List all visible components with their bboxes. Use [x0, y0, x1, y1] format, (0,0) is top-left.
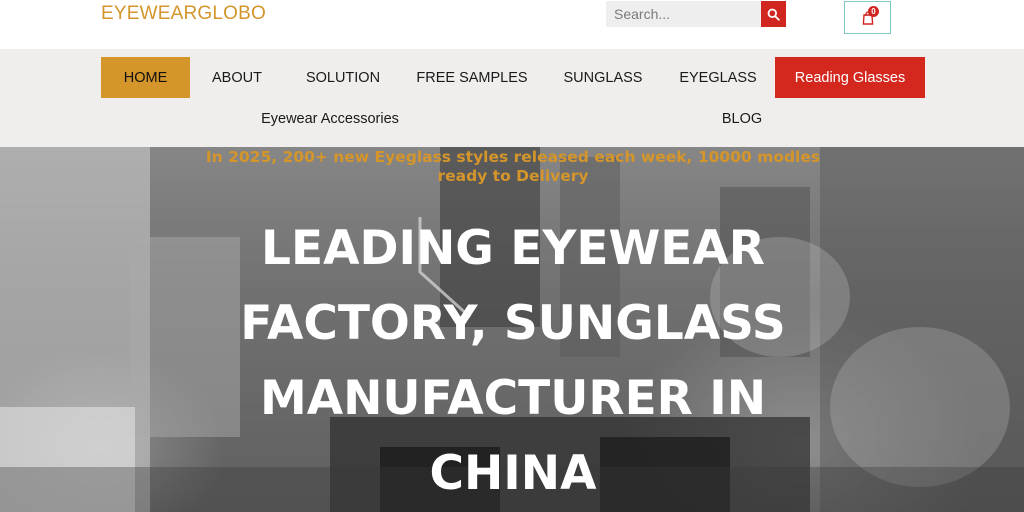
- nav-item-eyeglass[interactable]: EYEGLASS: [670, 57, 766, 98]
- cart-button[interactable]: 0: [844, 1, 891, 34]
- nav-item-solution[interactable]: SOLUTION: [290, 57, 396, 98]
- search-icon: [767, 8, 780, 21]
- hero-headline: LEADING EYEWEAR FACTORY, SUNGLASS MANUFA…: [240, 221, 786, 501]
- search-input[interactable]: [606, 1, 761, 27]
- search-button[interactable]: [761, 1, 786, 27]
- announcement-text: In 2025, 200+ new Eyeglass styles releas…: [205, 148, 821, 185]
- nav-item-blog[interactable]: BLOG: [704, 98, 780, 139]
- nav-item-about[interactable]: ABOUT: [196, 57, 278, 98]
- search-form: [606, 1, 786, 27]
- nav-item-home[interactable]: HOME: [101, 57, 190, 98]
- hero-banner: In 2025, 200+ new Eyeglass styles releas…: [0, 147, 1024, 512]
- nav-item-reading-glasses[interactable]: Reading Glasses: [775, 57, 925, 98]
- top-header: EYEWEARGLOBO 0: [0, 0, 1024, 49]
- nav-item-free-samples[interactable]: FREE SAMPLES: [408, 57, 536, 98]
- nav-item-sunglass[interactable]: SUNGLASS: [550, 57, 656, 98]
- nav-item-eyewear-accessories[interactable]: Eyewear Accessories: [250, 98, 410, 139]
- cart-count-badge: 0: [868, 6, 879, 17]
- site-logo[interactable]: EYEWEARGLOBO: [101, 3, 266, 25]
- main-navigation: HOME ABOUT SOLUTION FREE SAMPLES SUNGLAS…: [0, 49, 1024, 147]
